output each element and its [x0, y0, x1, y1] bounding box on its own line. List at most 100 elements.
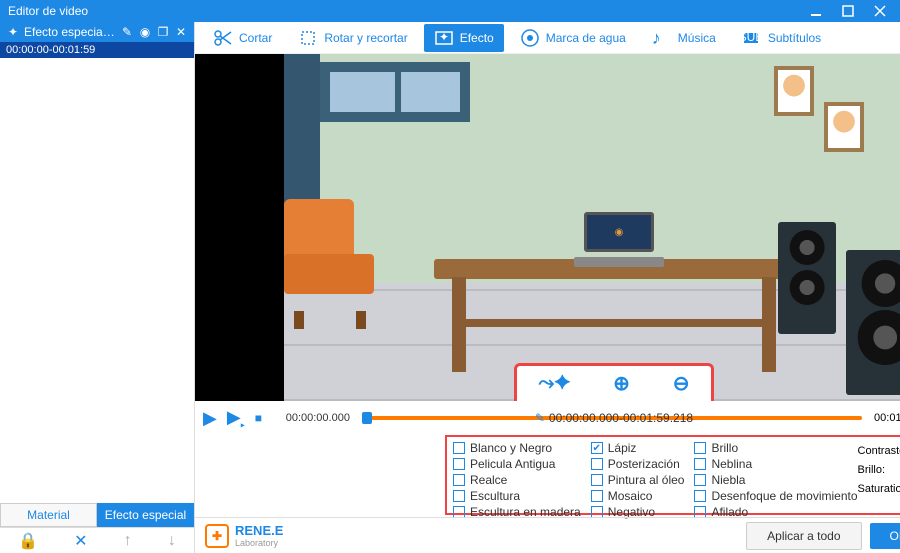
- brightness-row: Brillo: 0 Restablecer: [858, 462, 900, 477]
- checkbox[interactable]: [694, 490, 706, 502]
- effect-label: Neblina: [711, 457, 752, 471]
- effect-option[interactable]: Niebla: [694, 473, 857, 487]
- music-icon: ♪: [652, 28, 672, 48]
- effect-option[interactable]: ✔ Lápiz: [591, 441, 685, 455]
- timeline-end: 00:01:59.218: [874, 412, 900, 424]
- checkbox[interactable]: [453, 458, 465, 470]
- tab-subtitles[interactable]: SUB Subtítulos: [732, 24, 831, 52]
- effect-label: Realce: [470, 473, 507, 487]
- tab-effect[interactable]: Efecto especial: [97, 503, 194, 527]
- window-title: Editor de video: [8, 4, 810, 18]
- pencil-icon: ✎: [535, 411, 545, 425]
- logo-text: RENE.E: [235, 523, 283, 538]
- copy-icon[interactable]: ❐: [156, 25, 170, 39]
- eye-icon[interactable]: ◉: [138, 25, 152, 39]
- effect-option[interactable]: Pelicula Antigua: [453, 457, 581, 471]
- ok-button[interactable]: OK: [870, 523, 900, 549]
- checkbox[interactable]: [591, 458, 603, 470]
- move-up-icon[interactable]: ↑: [124, 532, 132, 550]
- checkbox[interactable]: [694, 474, 706, 486]
- tab-cut-label: Cortar: [239, 31, 272, 45]
- effects-panel: Blanco y Negro Pelicula Antigua Realce Escu…: [445, 435, 900, 515]
- remove-icon[interactable]: ✕: [174, 25, 188, 39]
- tab-watermark[interactable]: Marca de agua: [510, 24, 636, 52]
- logo-icon: ✚: [205, 524, 229, 548]
- effect-label: Lápiz: [608, 441, 637, 455]
- wand-tool-icon[interactable]: ⤳✦: [538, 372, 570, 395]
- effect-option[interactable]: Realce: [453, 473, 581, 487]
- effect-label: Niebla: [711, 473, 745, 487]
- effect-option[interactable]: Escultura: [453, 489, 581, 503]
- tab-cut[interactable]: Cortar: [203, 24, 282, 52]
- delete-icon[interactable]: ✕: [74, 531, 87, 551]
- checkbox[interactable]: [453, 490, 465, 502]
- tab-effect-top[interactable]: ✦ Efecto: [424, 24, 504, 52]
- effect-label: Pintura al óleo: [608, 473, 685, 487]
- lock-icon[interactable]: 🔒: [18, 531, 38, 551]
- watermark-icon: [520, 28, 540, 48]
- logo: ✚ RENE.E Laboratory: [205, 523, 283, 548]
- logo-subtext: Laboratory: [235, 538, 283, 548]
- play-icon[interactable]: ▶: [201, 408, 219, 429]
- effect-option[interactable]: Brillo: [694, 441, 857, 455]
- effect-label: Desenfoque de movimiento: [711, 489, 857, 503]
- effect-label: Pelicula Antigua: [470, 457, 555, 471]
- tab-effect-label: Efecto: [460, 31, 494, 45]
- scissors-icon: [213, 28, 233, 48]
- checkbox[interactable]: [694, 458, 706, 470]
- close-icon[interactable]: [874, 5, 886, 17]
- contrast-label: Contraste:: [858, 445, 900, 457]
- checkbox[interactable]: [453, 474, 465, 486]
- timeline-edit-range[interactable]: ✎ 00:00:00.000-00:01:59.218: [535, 411, 693, 425]
- clip-time: 00:00:00-00:01:59: [0, 42, 194, 58]
- tab-music-label: Música: [678, 31, 716, 45]
- checkbox[interactable]: ✔: [591, 442, 603, 454]
- apply-all-button[interactable]: Aplicar a todo: [746, 522, 861, 550]
- checkbox[interactable]: [694, 442, 706, 454]
- timeline-thumb[interactable]: [362, 412, 372, 424]
- checkbox[interactable]: [453, 442, 465, 454]
- zoom-in-icon[interactable]: ⊕: [613, 371, 630, 396]
- wand-icon: ✦: [6, 25, 20, 39]
- subtitle-icon: SUB: [742, 28, 762, 48]
- checkbox[interactable]: [591, 474, 603, 486]
- checkbox[interactable]: [591, 490, 603, 502]
- zoom-toolbar: ⤳✦ ⊕ ⊖: [514, 363, 714, 401]
- svg-text:SUB: SUB: [742, 30, 762, 44]
- minimize-icon[interactable]: [810, 5, 822, 17]
- svg-text:✦: ✦: [439, 30, 449, 44]
- clip-item[interactable]: ✦ Efecto especial────... ✎ ◉ ❐ ✕: [0, 22, 194, 42]
- effect-label: Mosaico: [608, 489, 653, 503]
- brightness-label: Brillo:: [858, 464, 900, 476]
- saturation-label: Saturation:: [858, 483, 900, 495]
- effect-label: Brillo: [711, 441, 738, 455]
- tab-watermark-label: Marca de agua: [546, 31, 626, 45]
- tab-music[interactable]: ♪ Música: [642, 24, 726, 52]
- clip-name: Efecto especial────...: [24, 25, 116, 39]
- edit-icon[interactable]: ✎: [120, 25, 134, 39]
- effect-label: Escultura: [470, 489, 520, 503]
- tab-rotate-label: Rotar y recortar: [324, 31, 407, 45]
- saturation-row: Saturation: 0 Restablecer: [858, 481, 900, 496]
- effect-option[interactable]: Pintura al óleo: [591, 473, 685, 487]
- effect-option[interactable]: Blanco y Negro: [453, 441, 581, 455]
- effect-icon: ✦: [434, 28, 454, 48]
- effect-label: Blanco y Negro: [470, 441, 552, 455]
- effect-option[interactable]: Posterización: [591, 457, 685, 471]
- effect-option[interactable]: Mosaico: [591, 489, 685, 503]
- stop-icon[interactable]: ■: [253, 411, 264, 425]
- tab-material[interactable]: Material: [0, 503, 97, 527]
- play-step-icon[interactable]: ▶▸: [225, 407, 247, 430]
- contrast-row: Contraste: 0 Restablecer: [858, 443, 900, 458]
- effect-option[interactable]: Desenfoque de movimiento: [694, 489, 857, 503]
- tab-rotate[interactable]: Rotar y recortar: [288, 24, 417, 52]
- move-down-icon[interactable]: ↓: [168, 532, 176, 550]
- crop-icon: [298, 28, 318, 48]
- zoom-out-icon[interactable]: ⊖: [673, 371, 690, 396]
- effect-label: Posterización: [608, 457, 680, 471]
- maximize-icon[interactable]: [842, 5, 854, 17]
- timeline-start: 00:00:00.000: [270, 412, 350, 424]
- effect-option[interactable]: Neblina: [694, 457, 857, 471]
- tab-subtitles-label: Subtítulos: [768, 31, 821, 45]
- video-preview: ◉ ⤳✦ ⊕ ⊖: [195, 54, 900, 401]
